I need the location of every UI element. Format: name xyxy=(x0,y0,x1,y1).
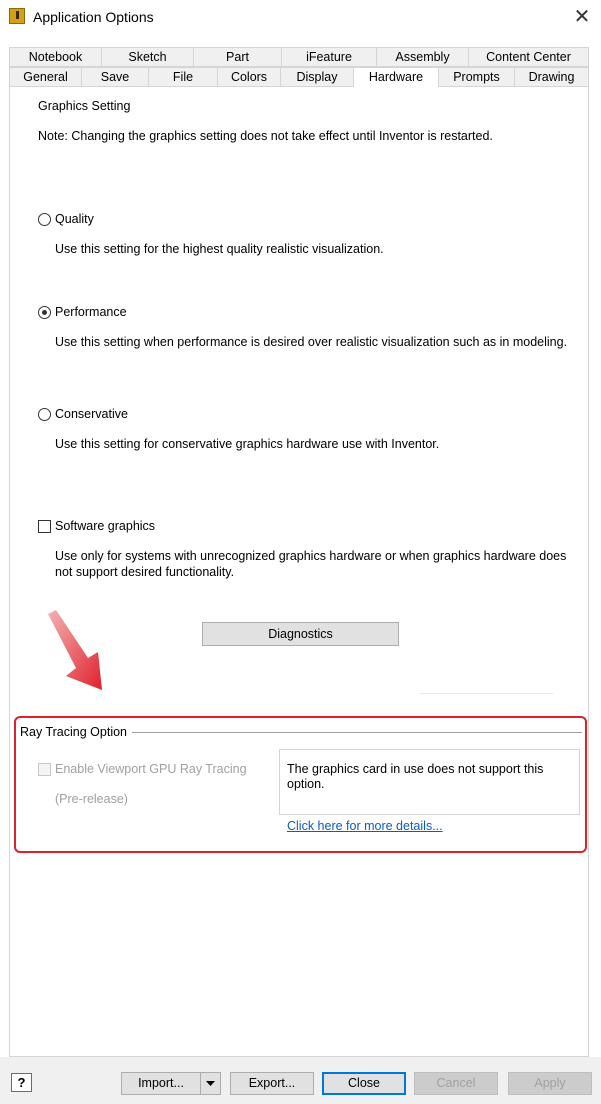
chevron-down-icon xyxy=(206,1081,215,1086)
tab-general[interactable]: General xyxy=(9,67,82,87)
tab-file[interactable]: File xyxy=(148,67,218,87)
performance-radio[interactable] xyxy=(38,306,51,319)
software-graphics-checkbox[interactable] xyxy=(38,520,51,533)
tab-ifeature[interactable]: iFeature xyxy=(281,47,377,67)
tab-part[interactable]: Part xyxy=(193,47,282,67)
apply-button[interactable]: Apply xyxy=(508,1072,592,1095)
performance-description: Use this setting when performance is des… xyxy=(55,335,568,349)
software-graphics-description-line1: Use only for systems with unrecognized g… xyxy=(55,549,567,563)
tab-save[interactable]: Save xyxy=(81,67,149,87)
tab-drawing[interactable]: Drawing xyxy=(514,67,589,87)
tab-assembly[interactable]: Assembly xyxy=(376,47,469,67)
tab-notebook[interactable]: Notebook xyxy=(9,47,102,67)
tab-row-upper: Notebook Sketch Part iFeature Assembly C… xyxy=(9,47,589,67)
export-button[interactable]: Export... xyxy=(230,1072,314,1095)
performance-label[interactable]: Performance xyxy=(55,305,127,319)
graphics-setting-heading: Graphics Setting xyxy=(38,99,131,113)
software-graphics-description-line2: not support desired functionality. xyxy=(55,565,235,579)
software-graphics-label[interactable]: Software graphics xyxy=(55,519,155,533)
tab-display[interactable]: Display xyxy=(280,67,354,87)
tab-hardware[interactable]: Hardware xyxy=(353,67,439,89)
tab-colors[interactable]: Colors xyxy=(217,67,281,87)
red-arrow-icon xyxy=(48,610,102,690)
tab-sketch[interactable]: Sketch xyxy=(101,47,194,67)
close-window-icon[interactable]: ✕ xyxy=(570,5,594,29)
inventor-app-icon xyxy=(9,8,25,24)
section-divider xyxy=(420,693,553,694)
restart-note: Note: Changing the graphics setting does… xyxy=(38,129,493,143)
quality-label[interactable]: Quality xyxy=(55,212,94,226)
cancel-button[interactable]: Cancel xyxy=(414,1072,498,1095)
close-button[interactable]: Close xyxy=(322,1072,406,1095)
tab-content-center[interactable]: Content Center xyxy=(468,47,589,67)
quality-description: Use this setting for the highest quality… xyxy=(55,242,384,256)
import-button[interactable]: Import... xyxy=(121,1072,201,1095)
tab-row-lower: General Save File Colors Display Hardwar… xyxy=(9,67,589,89)
tab-prompts[interactable]: Prompts xyxy=(438,67,515,87)
conservative-radio[interactable] xyxy=(38,408,51,421)
conservative-label[interactable]: Conservative xyxy=(55,407,128,421)
import-dropdown-button[interactable] xyxy=(200,1072,221,1095)
title-bar: Application Options ✕ xyxy=(0,0,601,34)
help-icon[interactable]: ? xyxy=(11,1073,32,1092)
window-title: Application Options xyxy=(33,9,154,25)
diagnostics-button[interactable]: Diagnostics xyxy=(202,622,399,646)
ray-tracing-highlight-box xyxy=(14,716,587,853)
conservative-description: Use this setting for conservative graphi… xyxy=(55,437,440,451)
quality-radio[interactable] xyxy=(38,213,51,226)
